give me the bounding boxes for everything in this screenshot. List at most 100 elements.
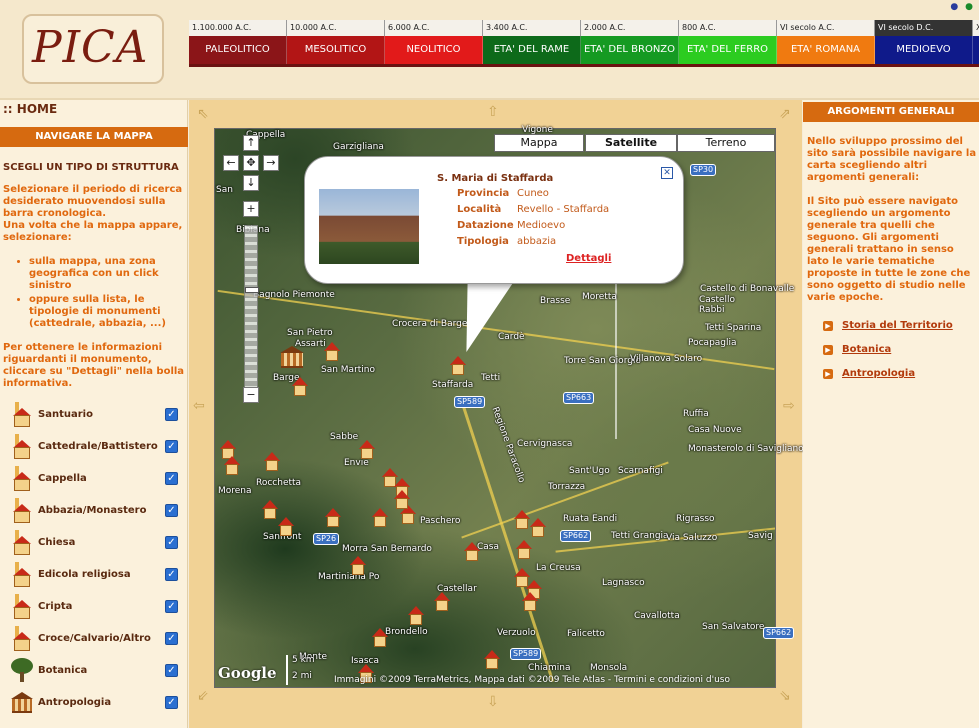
category-item[interactable]: Cattedrale/Battistero ✓: [8, 434, 184, 462]
monument-pin[interactable]: [448, 356, 468, 378]
monument-pin[interactable]: [290, 377, 310, 399]
category-item[interactable]: Antropologia ✓: [8, 690, 184, 718]
map-place-label: Casa Nuove: [688, 425, 742, 435]
timeline-segment[interactable]: 1.100.000 A.C. PALEOLITICO: [189, 20, 287, 66]
pan-north-icon[interactable]: ↑: [243, 135, 259, 151]
timeline-era-button[interactable]: MESOLITICO: [287, 36, 385, 64]
timeline-era-button[interactable]: ETA' DEL BRONZO: [581, 36, 679, 64]
monument-pin[interactable]: [482, 650, 502, 672]
topic-link-label[interactable]: Storia del Territorio: [842, 320, 953, 331]
monument-pin[interactable]: [370, 508, 390, 530]
category-item[interactable]: Santuario ✓: [8, 402, 184, 430]
zoom-slider-thumb[interactable]: [245, 287, 259, 293]
monument-pin[interactable]: [462, 542, 482, 564]
pan-west-icon[interactable]: ←: [223, 155, 239, 171]
monument-pin[interactable]: [262, 452, 282, 474]
category-checkbox[interactable]: ✓: [165, 504, 178, 517]
category-checkbox[interactable]: ✓: [165, 440, 178, 453]
map-type-button[interactable]: Terreno: [677, 134, 775, 152]
info-bubble: S. Maria di Staffarda Provincia Cuneo Loca…: [304, 156, 684, 284]
category-checkbox[interactable]: ✓: [165, 568, 178, 581]
category-item[interactable]: Botanica ✓: [8, 658, 184, 686]
timeline-segment[interactable]: X: [973, 20, 979, 66]
timeline-era-button[interactable]: PALEOLITICO: [189, 36, 287, 64]
monument-pin[interactable]: [514, 540, 534, 562]
pan-up-arrow-icon[interactable]: ⇧: [487, 104, 499, 120]
it-flag-icon[interactable]: ●: [965, 2, 973, 12]
category-checkbox[interactable]: ✓: [165, 696, 178, 709]
pan-right-arrow-icon[interactable]: ⇨: [783, 398, 795, 414]
details-link[interactable]: Dettagli: [566, 253, 611, 264]
zoom-slider[interactable]: [244, 225, 258, 393]
topic-link[interactable]: ▶ Storia del Territorio: [823, 320, 973, 334]
timeline-segment[interactable]: VI secolo D.C. MEDIOEVO: [875, 20, 973, 66]
timeline-era-button[interactable]: [973, 36, 979, 64]
category-checkbox[interactable]: ✓: [165, 472, 178, 485]
map-place-label: Verzuolo: [497, 628, 536, 638]
timeline-underline: [189, 64, 979, 67]
map-type-button[interactable]: Mappa: [494, 134, 584, 152]
timeline-segment[interactable]: 10.000 A.C. MESOLITICO: [287, 20, 385, 66]
timeline-segment[interactable]: 3.400 A.C. ETA' DEL RAME: [483, 20, 581, 66]
pan-down-left-arrow-icon[interactable]: ⇙: [197, 688, 209, 704]
category-checkbox[interactable]: ✓: [165, 632, 178, 645]
map-place-label: Tetti Grangia: [611, 531, 669, 541]
category-item[interactable]: Chiesa ✓: [8, 530, 184, 558]
category-item[interactable]: Cripta ✓: [8, 594, 184, 622]
pan-center-icon[interactable]: ✥: [243, 155, 259, 171]
map-place-label: Torrazza: [548, 482, 586, 492]
category-item[interactable]: Cappella ✓: [8, 466, 184, 494]
home-link[interactable]: :: HOME: [3, 102, 57, 116]
monument-pin[interactable]: [432, 592, 452, 614]
timeline-era-button[interactable]: NEOLITICO: [385, 36, 483, 64]
timeline-era-button[interactable]: MEDIOEVO: [875, 36, 973, 64]
category-checkbox[interactable]: ✓: [165, 408, 178, 421]
pan-south-icon[interactable]: ↓: [243, 175, 259, 191]
right-sidebar: ARGOMENTI GENERALI Nello sviluppo prossi…: [803, 100, 979, 728]
topic-link-label[interactable]: Botanica: [842, 344, 891, 355]
monument-pin[interactable]: [222, 456, 242, 478]
map-type-button[interactable]: Satellite: [585, 134, 677, 152]
monument-pin[interactable]: [370, 628, 390, 650]
topic-link[interactable]: ▶ Antropologia: [823, 368, 973, 382]
category-item[interactable]: Abbazia/Monastero ✓: [8, 498, 184, 526]
timeline-segment[interactable]: 6.000 A.C. NEOLITICO: [385, 20, 483, 66]
zoom-in-button[interactable]: +: [243, 201, 259, 217]
pan-left-arrow-icon[interactable]: ⇦: [193, 398, 205, 414]
zoom-out-button[interactable]: −: [243, 387, 259, 403]
pan-east-icon[interactable]: →: [263, 155, 279, 171]
category-item[interactable]: Edicola religiosa ✓: [8, 562, 184, 590]
pan-up-right-arrow-icon[interactable]: ⇗: [779, 106, 791, 122]
monument-pin[interactable]: [276, 517, 296, 539]
site-logo[interactable]: PICA: [22, 14, 164, 84]
museum-pin[interactable]: [280, 346, 304, 368]
map-attribution[interactable]: Immagini ©2009 TerraMetrics, Mappa dati …: [334, 675, 730, 685]
pan-down-arrow-icon[interactable]: ⇩: [487, 694, 499, 710]
category-item[interactable]: Croce/Calvario/Altro ✓: [8, 626, 184, 654]
pan-down-right-arrow-icon[interactable]: ⇘: [779, 688, 791, 704]
category-checkbox[interactable]: ✓: [165, 536, 178, 549]
pan-up-left-arrow-icon[interactable]: ⇖: [197, 106, 209, 122]
topic-link[interactable]: ▶ Botanica: [823, 344, 973, 358]
road-shield: SP589: [510, 648, 542, 660]
category-checkbox[interactable]: ✓: [165, 664, 178, 677]
google-logo[interactable]: Google: [218, 664, 277, 682]
fr-flag-icon[interactable]: ●: [950, 2, 958, 12]
topic-link-label[interactable]: Antropologia: [842, 368, 915, 379]
monument-pin[interactable]: [357, 440, 377, 462]
monument-pin[interactable]: [392, 490, 412, 512]
timeline-segment[interactable]: 800 A.C. ETA' DEL FERRO: [679, 20, 777, 66]
close-icon[interactable]: ✕: [661, 167, 673, 179]
monument-pin[interactable]: [406, 606, 426, 628]
timeline-segment[interactable]: VI secolo A.C. ETA' ROMANA: [777, 20, 875, 66]
timeline-era-button[interactable]: ETA' DEL RAME: [483, 36, 581, 64]
timeline-era-button[interactable]: ETA' DEL FERRO: [679, 36, 777, 64]
timeline-segment[interactable]: 2.000 A.C. ETA' DEL BRONZO: [581, 20, 679, 66]
category-checkbox[interactable]: ✓: [165, 600, 178, 613]
monument-pin[interactable]: [322, 342, 342, 364]
monument-pin[interactable]: [348, 556, 368, 578]
monument-pin[interactable]: [323, 508, 343, 530]
monument-pin[interactable]: [528, 518, 548, 540]
timeline-era-button[interactable]: ETA' ROMANA: [777, 36, 875, 64]
monument-pin[interactable]: [520, 592, 540, 614]
